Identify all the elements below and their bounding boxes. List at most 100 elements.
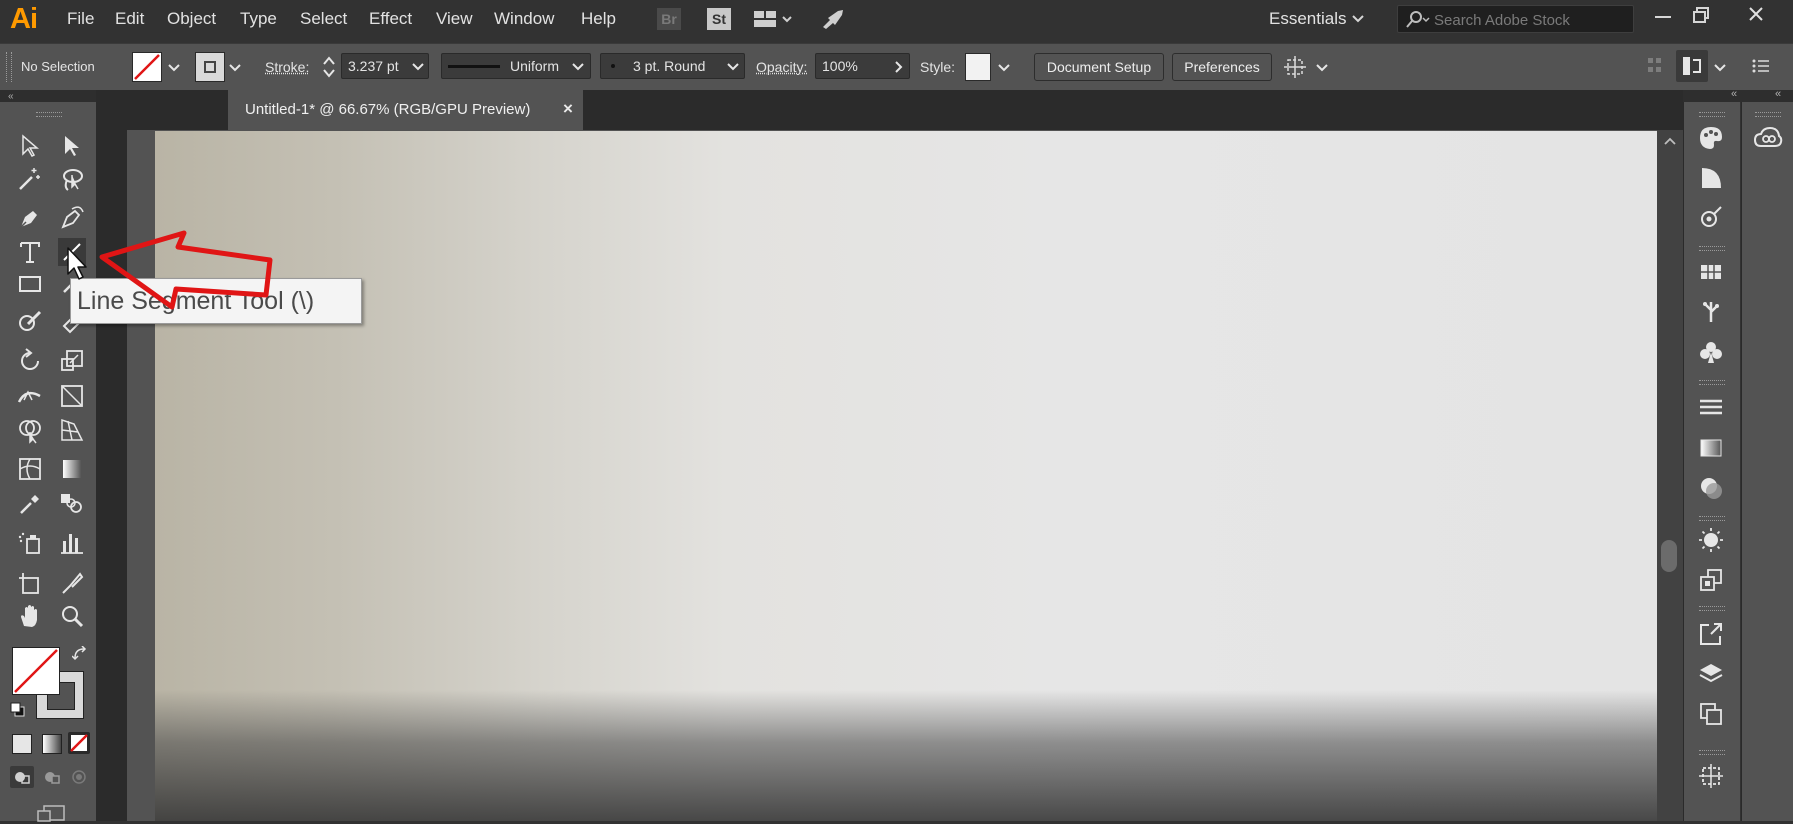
gradient-mode-icon[interactable] — [42, 734, 62, 754]
transform-icon[interactable] — [1282, 54, 1308, 80]
close-window-icon[interactable] — [1746, 4, 1766, 24]
isolate-mode-icon[interactable] — [1676, 50, 1708, 82]
brush-definition[interactable]: 3 pt. Round — [600, 53, 745, 79]
profile-chevron-icon[interactable] — [572, 62, 584, 72]
collapse-right-icon[interactable]: « — [1731, 88, 1737, 100]
brush-chevron-icon[interactable] — [727, 62, 739, 72]
none-mode-icon[interactable] — [68, 732, 90, 754]
workspace-chevron-icon[interactable] — [1352, 14, 1364, 24]
opacity-chevron-right-icon[interactable] — [894, 61, 904, 73]
collapse-right-2-icon[interactable]: « — [1775, 88, 1781, 100]
screen-mode-icon[interactable] — [34, 804, 68, 824]
shaper-tool-icon[interactable] — [16, 308, 44, 336]
width-tool-icon[interactable] — [16, 382, 44, 410]
eyedropper-tool-icon[interactable] — [16, 490, 44, 518]
arrange-documents-icon[interactable] — [752, 8, 794, 30]
draw-inside-icon[interactable] — [68, 766, 92, 788]
brushes-panel-icon[interactable] — [1697, 298, 1725, 326]
fill-color-proxy[interactable] — [12, 647, 60, 695]
dock-grip-6[interactable] — [1699, 750, 1725, 755]
lasso-tool-icon[interactable] — [58, 165, 86, 193]
close-tab-icon[interactable]: × — [563, 99, 573, 119]
export-assets-icon[interactable] — [1697, 620, 1725, 648]
stock-icon[interactable]: St — [707, 8, 731, 30]
stroke-panel-icon[interactable] — [1697, 394, 1725, 422]
layers-panel-icon[interactable] — [1697, 660, 1725, 688]
menu-edit[interactable]: Edit — [115, 9, 144, 29]
scroll-up-icon[interactable] — [1663, 136, 1677, 146]
stock-search-input[interactable] — [1432, 9, 1626, 31]
rotate-tool-icon[interactable] — [16, 347, 44, 375]
graphic-styles-panel-icon[interactable] — [1697, 566, 1725, 594]
align-icon[interactable] — [1646, 56, 1664, 76]
menu-help[interactable]: Help — [581, 9, 616, 29]
stroke-label[interactable]: Stroke: — [265, 59, 309, 75]
isolate-chevron-icon[interactable] — [1714, 63, 1726, 73]
color-panel-icon[interactable] — [1697, 124, 1725, 152]
style-chevron-icon[interactable] — [998, 63, 1010, 73]
swap-fill-stroke-icon[interactable] — [72, 646, 88, 662]
opacity-label[interactable]: Opacity: — [756, 59, 807, 75]
preferences-button[interactable]: Preferences — [1172, 53, 1272, 81]
recolor-icon[interactable] — [1697, 204, 1725, 232]
document-tab[interactable]: Untitled-1* @ 66.67% (RGB/GPU Preview) × — [228, 90, 583, 130]
draw-behind-icon[interactable] — [40, 766, 64, 788]
type-tool-icon[interactable] — [16, 238, 44, 266]
menu-view[interactable]: View — [436, 9, 473, 29]
appearance-panel-icon[interactable] — [1697, 526, 1725, 554]
panel-menu-icon[interactable] — [1752, 58, 1770, 74]
menu-file[interactable]: File — [67, 9, 94, 29]
artboard-tool-icon[interactable] — [16, 569, 44, 597]
stroke-chevron-icon[interactable] — [229, 63, 241, 73]
stroke-swatch[interactable] — [195, 52, 225, 82]
zoom-tool-icon[interactable] — [58, 602, 86, 630]
column-graph-tool-icon[interactable] — [58, 529, 86, 557]
vertical-scrollbar[interactable] — [1657, 130, 1683, 821]
dock-grip-4[interactable] — [1699, 516, 1725, 521]
direct-selection-tool-icon[interactable] — [58, 132, 86, 160]
default-fill-stroke-icon[interactable] — [10, 702, 26, 718]
libraries-dock-grip[interactable] — [1755, 112, 1781, 117]
stroke-stepper-icon[interactable] — [322, 54, 336, 80]
bridge-icon[interactable]: Br — [657, 8, 681, 30]
collapse-left-icon[interactable]: « — [8, 91, 14, 102]
menu-effect[interactable]: Effect — [369, 9, 412, 29]
selection-tool-icon[interactable] — [16, 132, 44, 160]
minimize-icon[interactable] — [1655, 16, 1671, 18]
color-guide-icon[interactable] — [1697, 164, 1725, 192]
variable-width-profile[interactable]: Uniform — [441, 53, 591, 79]
slice-tool-icon[interactable] — [58, 569, 86, 597]
gradient-tool-icon[interactable] — [58, 455, 86, 483]
menu-type[interactable]: Type — [240, 9, 277, 29]
free-transform-tool-icon[interactable] — [58, 382, 86, 410]
shape-builder-tool-icon[interactable] — [16, 416, 44, 444]
stroke-weight-field[interactable]: 3.237 pt — [341, 53, 429, 79]
magic-wand-tool-icon[interactable] — [16, 165, 44, 193]
tools-panel-grip[interactable] — [36, 112, 62, 117]
fill-chevron-icon[interactable] — [168, 63, 180, 73]
artboards-panel-icon[interactable] — [1697, 700, 1725, 728]
color-mode-icon[interactable] — [12, 734, 32, 754]
symbols-panel-icon[interactable] — [1697, 338, 1725, 366]
scale-tool-icon[interactable] — [58, 347, 86, 375]
dock-grip-5[interactable] — [1699, 606, 1725, 611]
gpu-performance-icon[interactable] — [820, 8, 846, 30]
perspective-grid-tool-icon[interactable] — [58, 416, 86, 444]
gradient-panel-icon[interactable] — [1697, 434, 1725, 462]
menu-object[interactable]: Object — [167, 9, 216, 29]
restore-icon[interactable] — [1692, 6, 1710, 24]
mesh-tool-icon[interactable] — [16, 455, 44, 483]
rectangle-tool-icon[interactable] — [16, 270, 44, 298]
creative-cloud-libraries-icon[interactable] — [1753, 124, 1783, 152]
document-setup-button[interactable]: Document Setup — [1034, 53, 1164, 81]
blend-tool-icon[interactable] — [58, 490, 86, 518]
symbol-sprayer-tool-icon[interactable] — [16, 529, 44, 557]
transform-chevron-icon[interactable] — [1316, 63, 1328, 73]
menu-select[interactable]: Select — [300, 9, 347, 29]
dock-grip-2[interactable] — [1699, 246, 1725, 251]
fill-swatch[interactable] — [132, 52, 162, 82]
opacity-field[interactable]: 100% — [815, 53, 910, 79]
pen-tool-icon[interactable] — [16, 204, 44, 232]
stock-search-box[interactable] — [1397, 5, 1634, 33]
control-bar-grip[interactable] — [6, 52, 12, 82]
